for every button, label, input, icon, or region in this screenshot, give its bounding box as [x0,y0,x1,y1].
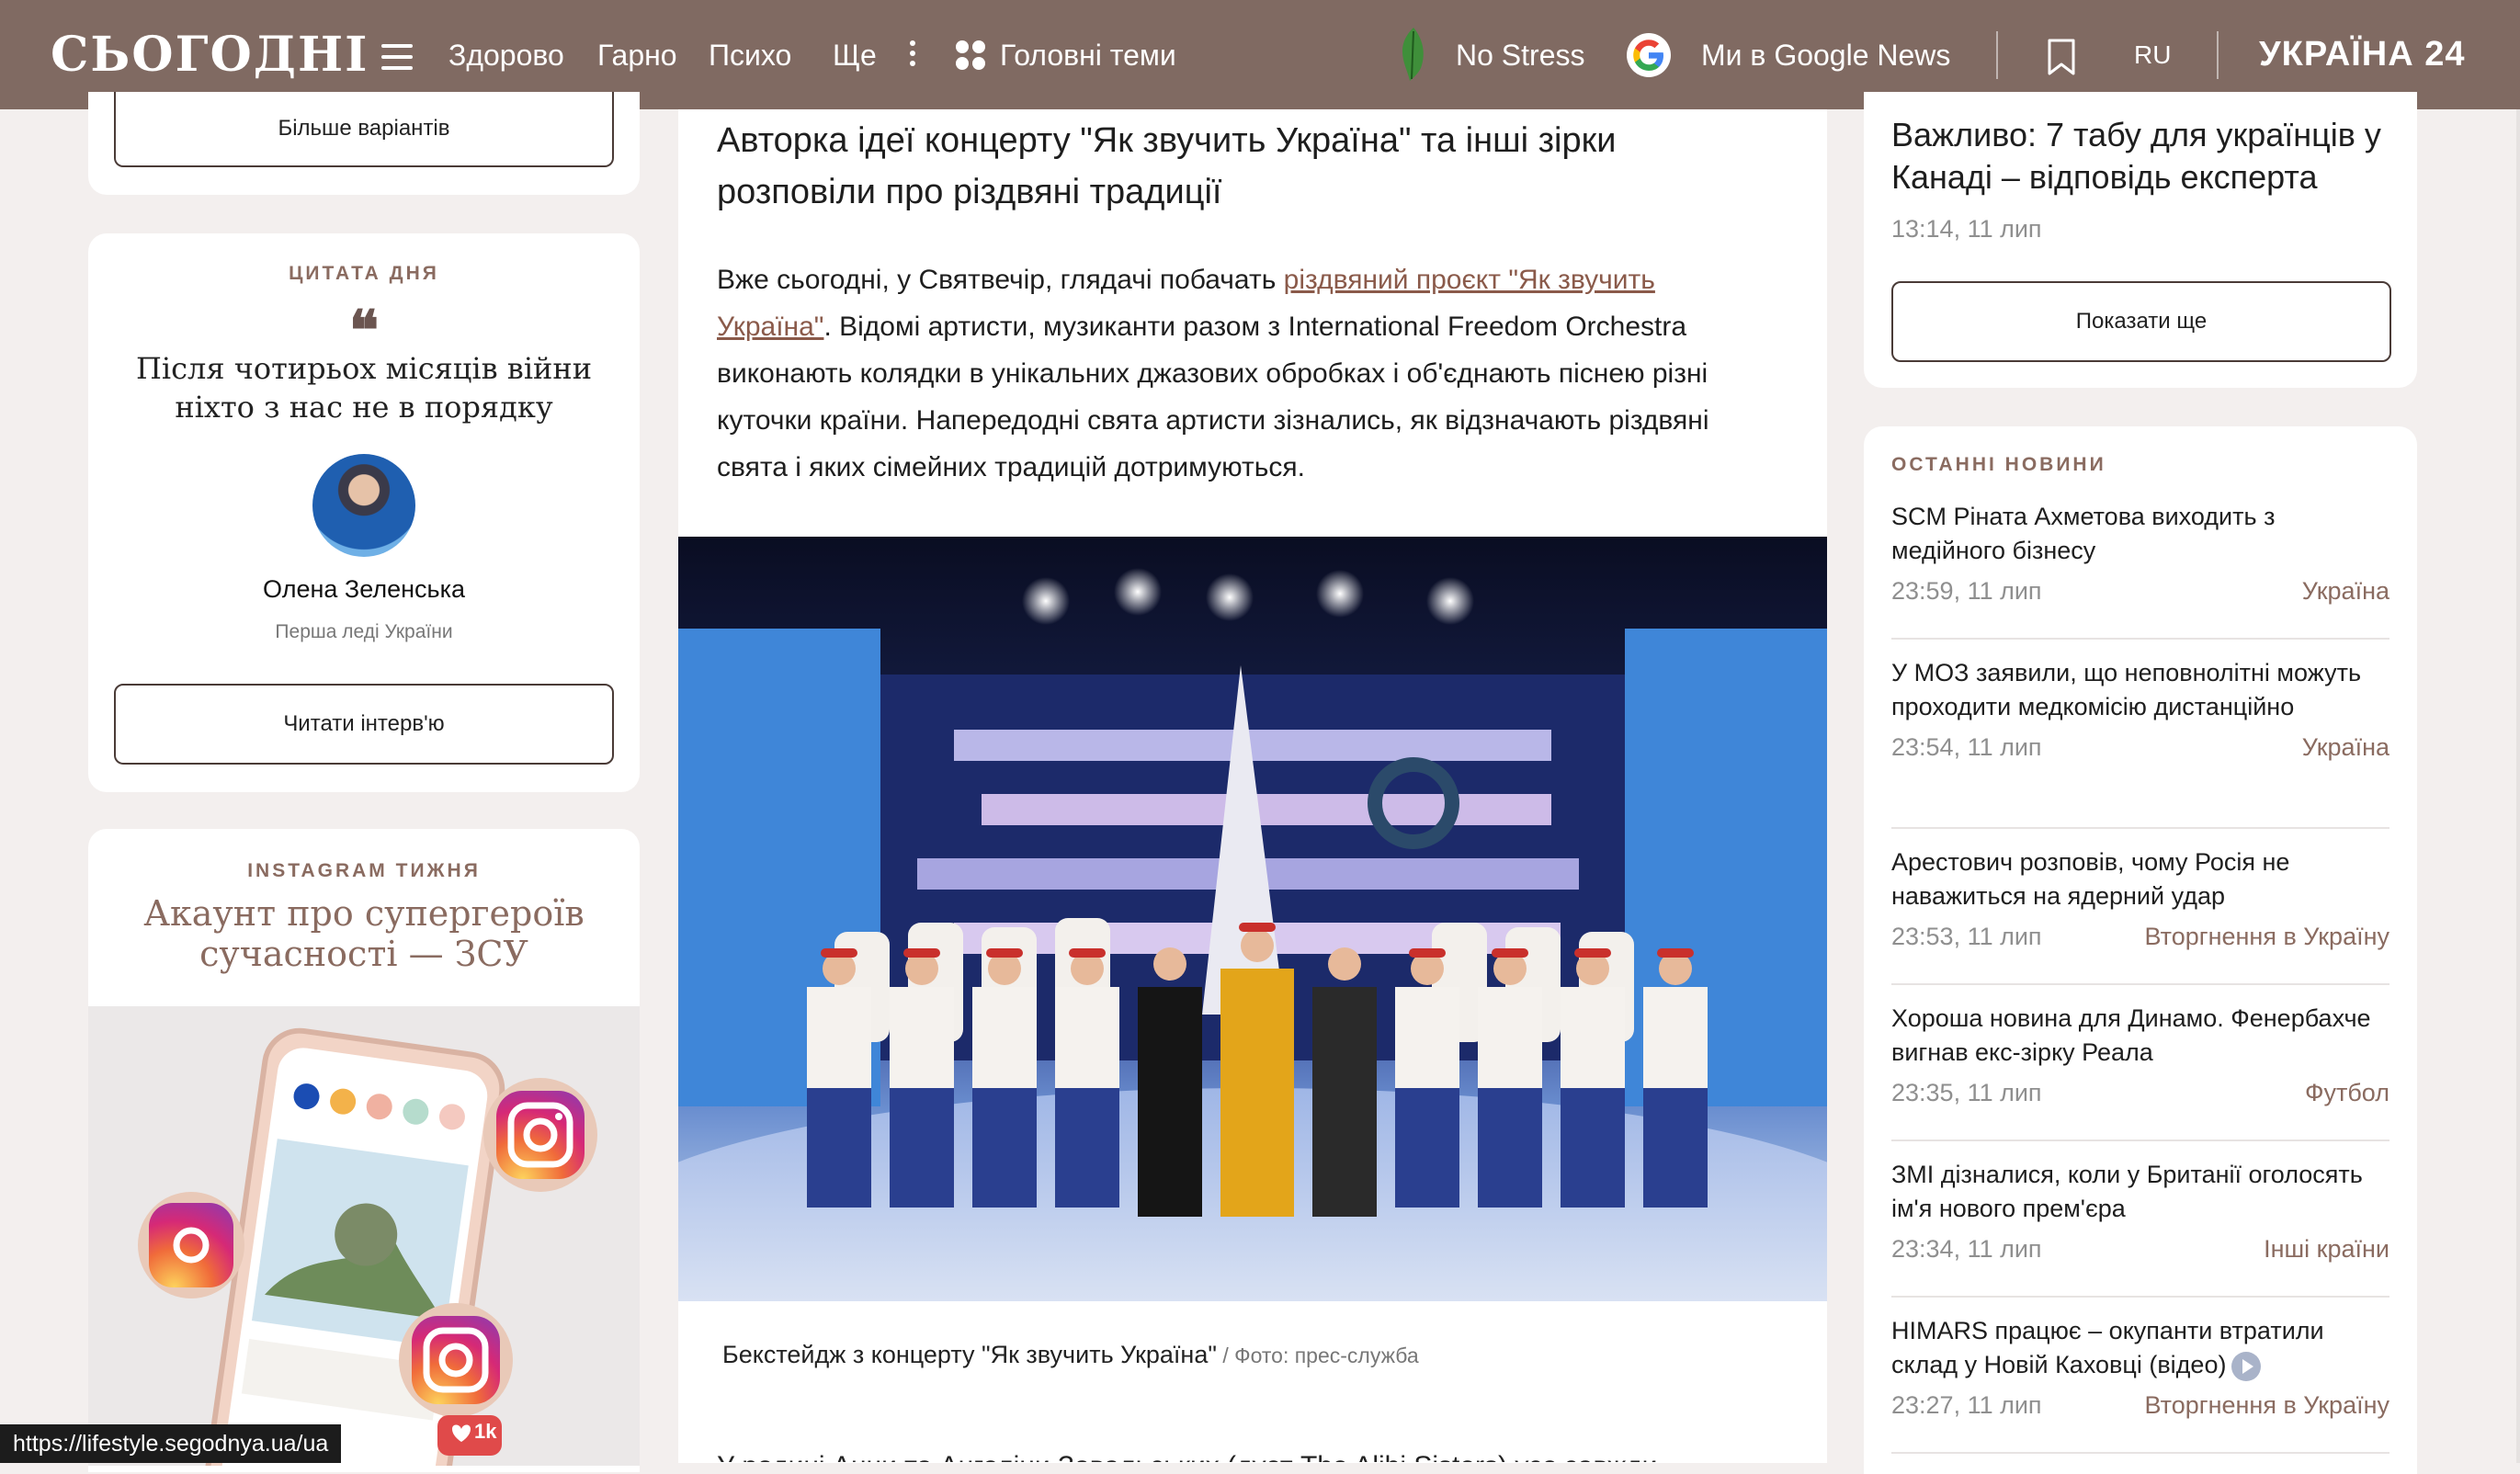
caption-text: Бекстейдж з концерту "Як звучить Україна… [722,1341,1217,1368]
news-time: 23:27, 11 лип [1891,1391,2042,1419]
person-role: Перша леді України [275,621,453,642]
paragraph-text: Вже сьогодні, у Святвечір, глядачі побач… [717,265,1284,295]
instagram-icon [483,1078,597,1192]
news-time: 23:54, 11 лип [1891,733,2042,761]
divider [1996,31,1998,79]
news-title[interactable]: Хороша новина для Динамо. Фенербахче виг… [1891,1002,2389,1070]
browser-status-url: https://lifestyle.segodnya.ua/ua [0,1424,342,1463]
news-time: 23:34, 11 лип [1891,1235,2042,1263]
instagram-illustration[interactable]: 1k [88,1006,640,1472]
nav-item-google-news[interactable]: Ми в Google News [1701,37,1950,74]
nav-item-main-topics[interactable]: Головні теми [1000,37,1176,74]
news-title[interactable]: SCM Ріната Ахметова виходить з медійного… [1891,500,2389,568]
video-play-icon [2231,1351,2262,1381]
person-name: Олена Зеленська [263,575,465,603]
article-subheading: Авторка ідеї концерту "Як звучить Україн… [717,121,1617,211]
news-item[interactable]: HIMARS працює – окупанти втратили склад … [1891,1314,2389,1454]
read-interview-button[interactable]: Читати інтерв'ю [114,684,614,765]
likes-count: 1k [474,1420,497,1443]
news-time: 23:59, 11 лип [1891,577,2042,605]
no-stress-leaf-icon [1402,28,1424,81]
quote-text: Після чотирьох місяців війни ніхто з нас… [135,351,593,425]
article-paragraph: Вже сьогодні, у Святвечір, глядачі побач… [717,256,1765,491]
latest-news-kicker: ОСТАННІ НОВИНИ [1891,454,2106,475]
nav-item-garno[interactable]: Гарно [597,37,677,74]
news-category[interactable]: Інші країни [2264,1235,2389,1264]
photo-caption: Бекстейдж з концерту "Як звучить Україна… [722,1341,1419,1369]
important-news-time: 13:14, 11 лип [1891,215,2042,243]
ukraina24-logo[interactable]: УКРАЇНА 24 [2259,35,2465,74]
news-title[interactable]: У МОЗ заявили, що неповнолітні можуть пр… [1891,656,2389,724]
divider [2217,31,2219,79]
important-news-title[interactable]: Важливо: 7 табу для українців у Канаді –… [1891,114,2388,198]
news-item[interactable]: Арестович розповів, чому Росія не наважи… [1891,845,2389,985]
google-icon [1627,33,1671,77]
important-card: Важливо: 7 табу для українців у Канаді –… [1864,92,2417,388]
nav-item-no-stress[interactable]: No Stress [1456,37,1584,74]
quote-of-the-day-card: ЦИТАТА ДНЯ ❝ Після чотирьох місяців війн… [88,233,640,792]
avatar [312,454,415,557]
more-options-button[interactable]: Більше варіантів [114,92,614,167]
instagram-kicker: INSTAGRAM ТИЖНЯ [247,860,481,881]
caption-source: / Фото: прес-служба [1216,1344,1419,1367]
latest-news-card: ОСТАННІ НОВИНИ SCM Ріната Ахметова виход… [1864,426,2417,1474]
more-vertical-icon[interactable] [910,40,917,71]
news-category[interactable]: Вторгнення в Україну [2145,923,2389,951]
news-item[interactable]: У МОЗ заявили, що неповнолітні можуть пр… [1891,656,2389,829]
scrollbar-track[interactable] [2516,109,2520,1463]
news-time: 23:35, 11 лип [1891,1079,2042,1106]
instagram-title[interactable]: Акаунт про супергероїв сучасності — ЗСУ [125,893,603,974]
news-category[interactable]: Україна [2302,733,2389,762]
menu-icon[interactable] [381,44,413,77]
news-category[interactable]: Україна [2302,577,2389,606]
article-photo[interactable] [678,537,1827,1301]
poll-card: Більше варіантів [88,92,640,195]
nav-item-zdorovo[interactable]: Здорово [448,37,564,74]
news-item[interactable]: ЗМІ дізналися, коли у Британії оголосять… [1891,1158,2389,1298]
news-category[interactable]: Футбол [2305,1079,2389,1107]
bookmark-icon[interactable] [2046,39,2077,75]
quote-kicker: ЦИТАТА ДНЯ [289,263,439,284]
site-logo[interactable]: СЬОГОДНІ [51,28,369,83]
news-title[interactable]: Арестович розповів, чому Росія не наважи… [1891,845,2389,913]
article-content: Авторка ідеї концерту "Як звучить Україн… [678,109,1827,1463]
paragraph-text-2: . Відомі артисти, музиканти разом з Inte… [717,312,1709,482]
language-switch[interactable]: RU [2134,40,2171,70]
topics-grid-icon[interactable] [956,40,985,70]
news-time: 23:53, 11 лип [1891,923,2042,950]
nav-item-shche[interactable]: Ще [833,37,877,74]
news-category[interactable]: Вторгнення в Україну [2145,1391,2389,1420]
nav-item-psykho[interactable]: Психо [709,37,791,74]
news-title[interactable]: ЗМІ дізналися, коли у Британії оголосять… [1891,1158,2389,1226]
instagram-of-week-card: INSTAGRAM ТИЖНЯ Акаунт про супергероїв с… [88,829,640,1472]
news-item[interactable]: Хороша новина для Динамо. Фенербахче виг… [1891,1002,2389,1141]
news-item[interactable]: SCM Ріната Ахметова виходить з медійного… [1891,500,2389,640]
show-more-button[interactable]: Показати ще [1891,281,2391,362]
article-next-paragraph: У родині Анни та Ангеліни Завальських (д… [717,1453,1728,1462]
